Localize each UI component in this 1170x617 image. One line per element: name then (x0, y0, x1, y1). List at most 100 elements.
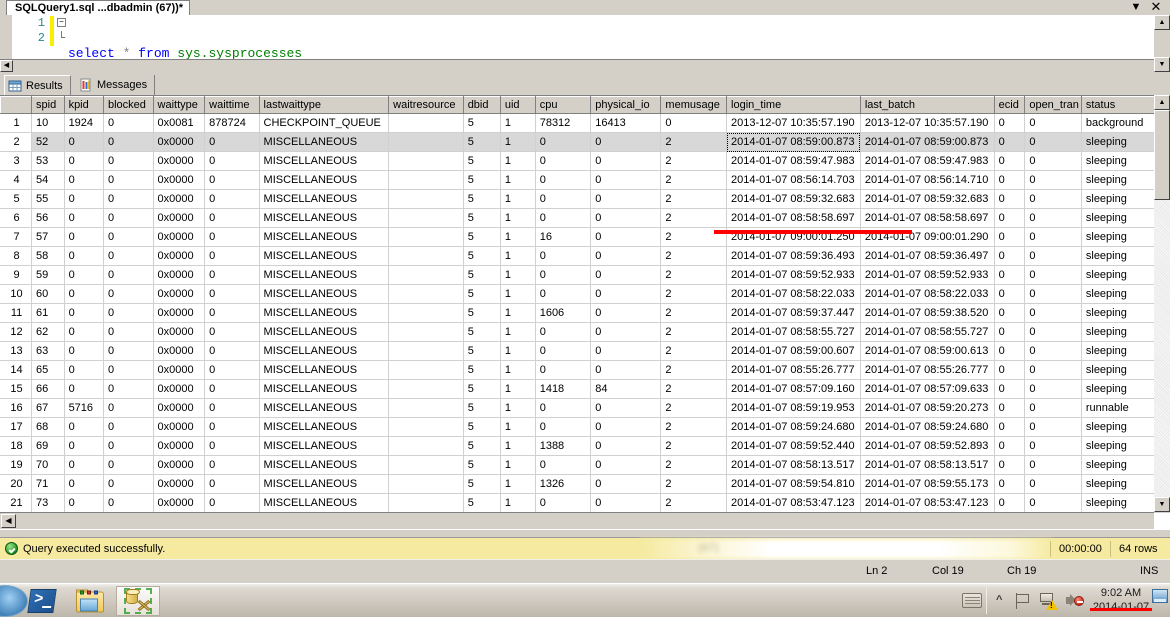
cell-lastwaittype[interactable]: MISCELLANEOUS (259, 171, 389, 190)
cell-dbid[interactable]: 5 (463, 361, 500, 380)
cell-ecid[interactable]: 0 (994, 247, 1025, 266)
cell-waittype[interactable]: 0x0000 (153, 418, 205, 437)
cell-spid[interactable]: 56 (32, 209, 65, 228)
table-row[interactable]: 1262000x00000MISCELLANEOUS510022014-01-0… (1, 323, 1170, 342)
cell-login_time[interactable]: 2014-01-07 08:59:54.810 (727, 475, 861, 494)
column-header-login_time[interactable]: login_time (727, 97, 861, 114)
table-row[interactable]: 252000x00000MISCELLANEOUS510022014-01-07… (1, 133, 1170, 152)
cell-blocked[interactable]: 0 (103, 437, 153, 456)
cell-spid[interactable]: 58 (32, 247, 65, 266)
cell-memusage[interactable]: 2 (661, 190, 727, 209)
cell-open_tran[interactable]: 0 (1025, 114, 1082, 133)
column-header-ecid[interactable]: ecid (994, 97, 1025, 114)
cell-uid[interactable]: 1 (500, 494, 535, 513)
cell-spid[interactable]: 53 (32, 152, 65, 171)
cell-uid[interactable]: 1 (500, 361, 535, 380)
cell-lastwaittype[interactable]: MISCELLANEOUS (259, 437, 389, 456)
cell-kpid[interactable]: 0 (64, 171, 103, 190)
cell-waitresource[interactable] (389, 190, 464, 209)
cell-blocked[interactable]: 0 (103, 285, 153, 304)
cell-last_batch[interactable]: 2014-01-07 08:59:24.680 (860, 418, 994, 437)
cell-waitresource[interactable] (389, 247, 464, 266)
cell-uid[interactable]: 1 (500, 133, 535, 152)
grid-scroll-thumb[interactable] (1154, 110, 1170, 200)
cell-cpu[interactable]: 1418 (535, 380, 591, 399)
cell-login_time[interactable]: 2013-12-07 10:35:57.190 (727, 114, 861, 133)
cell-lastwaittype[interactable]: MISCELLANEOUS (259, 361, 389, 380)
row-header[interactable]: 15 (1, 380, 32, 399)
cell-waittime[interactable]: 0 (205, 152, 259, 171)
column-header-waittype[interactable]: waittype (153, 97, 205, 114)
cell-ecid[interactable]: 0 (994, 152, 1025, 171)
keyboard-icon[interactable] (962, 593, 982, 608)
cell-blocked[interactable]: 0 (103, 266, 153, 285)
cell-physical_io[interactable]: 0 (591, 190, 661, 209)
cell-waittype[interactable]: 0x0000 (153, 437, 205, 456)
cell-last_batch[interactable]: 2014-01-07 08:59:20.273 (860, 399, 994, 418)
cell-spid[interactable]: 60 (32, 285, 65, 304)
cell-physical_io[interactable]: 0 (591, 133, 661, 152)
cell-kpid[interactable]: 0 (64, 304, 103, 323)
table-row[interactable]: 858000x00000MISCELLANEOUS510022014-01-07… (1, 247, 1170, 266)
cell-uid[interactable]: 1 (500, 171, 535, 190)
cell-login_time[interactable]: 2014-01-07 08:59:36.493 (727, 247, 861, 266)
cell-kpid[interactable]: 0 (64, 342, 103, 361)
cell-memusage[interactable]: 2 (661, 342, 727, 361)
editor-outlining-margin[interactable]: − └ (55, 16, 68, 46)
cell-physical_io[interactable]: 0 (591, 209, 661, 228)
cell-open_tran[interactable]: 0 (1025, 380, 1082, 399)
cell-cpu[interactable]: 1388 (535, 437, 591, 456)
cell-blocked[interactable]: 0 (103, 247, 153, 266)
cell-memusage[interactable]: 2 (661, 361, 727, 380)
cell-lastwaittype[interactable]: MISCELLANEOUS (259, 152, 389, 171)
cell-kpid[interactable]: 0 (64, 228, 103, 247)
cell-cpu[interactable]: 0 (535, 323, 591, 342)
cell-blocked[interactable]: 0 (103, 418, 153, 437)
cell-waittime[interactable]: 0 (205, 209, 259, 228)
cell-waittime[interactable]: 0 (205, 247, 259, 266)
cell-open_tran[interactable]: 0 (1025, 190, 1082, 209)
cell-open_tran[interactable]: 0 (1025, 171, 1082, 190)
cell-open_tran[interactable]: 0 (1025, 494, 1082, 513)
cell-dbid[interactable]: 5 (463, 494, 500, 513)
cell-lastwaittype[interactable]: MISCELLANEOUS (259, 285, 389, 304)
row-header[interactable]: 2 (1, 133, 32, 152)
cell-lastwaittype[interactable]: MISCELLANEOUS (259, 323, 389, 342)
cell-ecid[interactable]: 0 (994, 494, 1025, 513)
cell-physical_io[interactable]: 0 (591, 399, 661, 418)
cell-waittype[interactable]: 0x0000 (153, 285, 205, 304)
cell-kpid[interactable]: 0 (64, 361, 103, 380)
cell-login_time[interactable]: 2014-01-07 08:58:58.697 (727, 209, 861, 228)
cell-open_tran[interactable]: 0 (1025, 342, 1082, 361)
cell-waittime[interactable]: 0 (205, 342, 259, 361)
cell-cpu[interactable]: 16 (535, 228, 591, 247)
cell-cpu[interactable]: 0 (535, 285, 591, 304)
cell-ecid[interactable]: 0 (994, 380, 1025, 399)
cell-waittype[interactable]: 0x0000 (153, 209, 205, 228)
corner-select-all-header[interactable] (1, 97, 32, 114)
cell-login_time[interactable]: 2014-01-07 08:59:52.933 (727, 266, 861, 285)
cell-open_tran[interactable]: 0 (1025, 399, 1082, 418)
row-header[interactable]: 17 (1, 418, 32, 437)
cell-spid[interactable]: 62 (32, 323, 65, 342)
cell-spid[interactable]: 65 (32, 361, 65, 380)
cell-ecid[interactable]: 0 (994, 171, 1025, 190)
cell-physical_io[interactable]: 0 (591, 437, 661, 456)
cell-kpid[interactable]: 0 (64, 190, 103, 209)
cell-lastwaittype[interactable]: MISCELLANEOUS (259, 190, 389, 209)
table-row[interactable]: 110192400x0081878724CHECKPOINT_QUEUE5178… (1, 114, 1170, 133)
row-header[interactable]: 9 (1, 266, 32, 285)
cell-login_time[interactable]: 2014-01-07 08:59:19.953 (727, 399, 861, 418)
cell-waitresource[interactable] (389, 323, 464, 342)
cell-waitresource[interactable] (389, 133, 464, 152)
row-header[interactable]: 21 (1, 494, 32, 513)
results-grid[interactable]: spidkpidblockedwaittypewaittimelastwaitt… (0, 95, 1170, 530)
table-row[interactable]: 1161000x00000MISCELLANEOUS511606022014-0… (1, 304, 1170, 323)
cell-memusage[interactable]: 2 (661, 437, 727, 456)
cell-physical_io[interactable]: 0 (591, 494, 661, 513)
cell-memusage[interactable]: 2 (661, 152, 727, 171)
table-row[interactable]: 2071000x00000MISCELLANEOUS511326022014-0… (1, 475, 1170, 494)
cell-memusage[interactable]: 2 (661, 475, 727, 494)
cell-dbid[interactable]: 5 (463, 475, 500, 494)
cell-last_batch[interactable]: 2014-01-07 08:59:38.520 (860, 304, 994, 323)
